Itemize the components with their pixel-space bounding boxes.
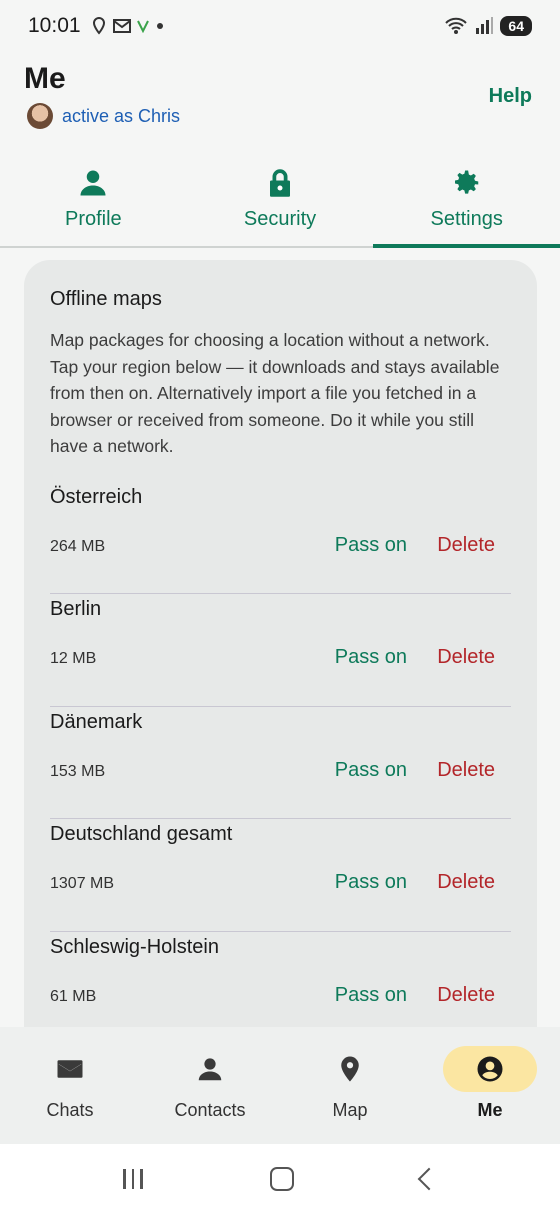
delete-button[interactable]: Delete xyxy=(437,534,495,557)
pass-on-button[interactable]: Pass on xyxy=(335,871,407,894)
vpn-icon xyxy=(136,20,149,33)
nav-icon-container xyxy=(303,1046,397,1092)
tab-security[interactable]: Security xyxy=(187,152,374,246)
tab-settings[interactable]: Settings xyxy=(373,152,560,248)
active-as-link[interactable]: active as Chris xyxy=(62,106,180,127)
map-item: Österreich 264 MB Pass on Delete xyxy=(50,482,511,594)
nav-label: Map xyxy=(332,1100,368,1120)
nav-chats[interactable]: Chats xyxy=(0,1027,140,1144)
pass-on-button[interactable]: Pass on xyxy=(335,759,407,782)
battery-indicator: 64 xyxy=(500,16,532,36)
pass-on-button[interactable]: Pass on xyxy=(335,984,407,1007)
tab-profile[interactable]: Profile xyxy=(0,152,187,246)
map-item: Dänemark 153 MB Pass on Delete xyxy=(50,707,511,819)
page-title: Me xyxy=(24,62,66,95)
location-icon xyxy=(92,17,105,35)
person-icon xyxy=(80,170,106,195)
nav-icon-container xyxy=(23,1046,117,1092)
tab-bar: Profile Security Settings xyxy=(0,152,560,248)
card-title: Offline maps xyxy=(50,288,162,310)
nav-label: Me xyxy=(477,1100,503,1120)
recent-apps-button[interactable] xyxy=(123,1169,143,1189)
pass-on-button[interactable]: Pass on xyxy=(335,646,407,669)
help-button[interactable]: Help xyxy=(489,85,532,108)
bottom-nav: Chats Contacts Map Me xyxy=(0,1027,560,1144)
delete-button[interactable]: Delete xyxy=(437,984,495,1007)
signal-icon xyxy=(476,17,494,34)
nav-me[interactable]: Me xyxy=(420,1027,560,1144)
nav-icon-container xyxy=(443,1046,537,1092)
nav-label: Contacts xyxy=(174,1100,246,1120)
dot-icon xyxy=(156,23,163,29)
tab-label: Profile xyxy=(64,207,122,230)
battery-level: 64 xyxy=(508,18,524,34)
map-name: Deutschland gesamt xyxy=(50,823,233,845)
map-name: Dänemark xyxy=(50,710,143,733)
nav-contacts[interactable]: Contacts xyxy=(140,1027,280,1144)
email-icon xyxy=(112,19,131,33)
back-button[interactable] xyxy=(417,1167,440,1191)
system-nav-bar xyxy=(0,1144,560,1214)
notification-icons xyxy=(91,17,165,35)
map-size: 61 MB xyxy=(50,987,97,1005)
status-time: 10:01 xyxy=(28,14,81,37)
nav-icon-container xyxy=(163,1046,257,1092)
map-item: Deutschland gesamt 1307 MB Pass on Delet… xyxy=(50,819,511,932)
map-size: 1307 MB xyxy=(50,875,115,892)
person-icon xyxy=(198,1058,222,1081)
status-bar: 10:01 64 xyxy=(0,0,560,52)
delete-button[interactable]: Delete xyxy=(437,759,495,782)
account-circle-icon xyxy=(477,1056,503,1082)
gear-icon xyxy=(454,170,478,194)
delete-button[interactable]: Delete xyxy=(437,646,495,669)
delete-button[interactable]: Delete xyxy=(437,871,495,894)
map-pin-icon xyxy=(341,1056,359,1082)
lock-icon xyxy=(270,168,290,197)
map-size: 153 MB xyxy=(50,762,106,780)
map-size: 264 MB xyxy=(50,537,106,555)
header: Me active as Chris Help xyxy=(0,52,560,152)
avatar xyxy=(27,103,53,129)
card-description: Map packages for choosing a location wit… xyxy=(50,330,500,456)
map-name: Schleswig-Holstein xyxy=(50,935,219,958)
nav-label: Chats xyxy=(46,1100,94,1120)
map-name: Österreich xyxy=(50,485,143,508)
map-name: Berlin xyxy=(50,598,102,620)
pass-on-button[interactable]: Pass on xyxy=(335,534,407,557)
tab-label: Settings xyxy=(430,207,503,230)
wifi-icon xyxy=(445,17,468,34)
map-size: 12 MB xyxy=(50,650,97,667)
home-button[interactable] xyxy=(269,1167,294,1191)
mail-icon xyxy=(57,1060,83,1078)
map-item: Berlin 12 MB Pass on Delete xyxy=(50,594,511,707)
tab-label: Security xyxy=(243,207,317,230)
nav-map[interactable]: Map xyxy=(280,1027,420,1144)
offline-maps-card: Offline maps Map packages for choosing a… xyxy=(24,260,537,1060)
